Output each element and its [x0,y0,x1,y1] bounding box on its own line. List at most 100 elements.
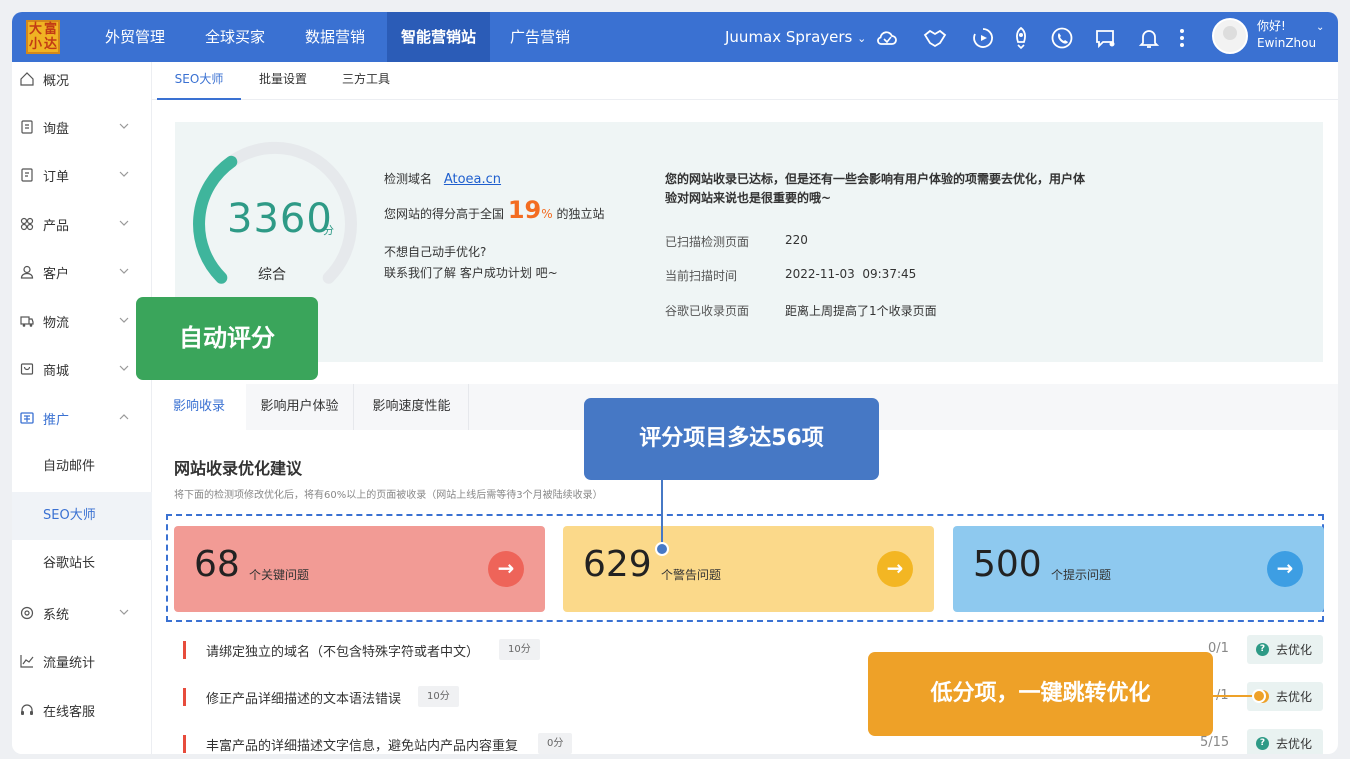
system-icon [20,606,34,620]
sidebar-item-shop[interactable]: 商城 [12,345,152,393]
arrow-right-icon[interactable]: → [877,551,913,587]
sidebar-item-online-service[interactable]: 在线客服 [12,686,152,734]
sidebar-item-label: 概况 [43,73,70,89]
sidebar-subitem-seo-master[interactable]: SEO大师 [12,492,152,540]
sidebar-item-label: 订单 [43,169,70,185]
callout-item-count: 评分项目多达56项 [584,398,879,480]
severity-marker [183,735,186,753]
sidebar-item-label: 商城 [43,363,70,379]
sidebar-subitem-google-webmaster[interactable]: 谷歌站长 [12,540,152,588]
top-navbar: 大富 小达 外贸管理 全球买家 数据营销 智能营销站 广告营销 Juumax S… [12,12,1338,62]
severity-marker [183,641,186,659]
arrow-right-icon[interactable]: → [1267,551,1303,587]
domain-link[interactable]: Atoea.cn [444,172,501,187]
sidebar-item-logistics[interactable]: 物流 [12,297,152,345]
stat-value-indexed: 距离上周提高了1个收录页面 [785,304,937,318]
nav-data-marketing[interactable]: 数据营销 [285,12,385,62]
section-subtitle: 将下面的检测项修改优化后，将有60%以上的页面被收录（网站上线后需等待3个月被陆… [174,490,603,501]
issue-progress: 5/15 [1200,735,1230,750]
sidebar-item-product[interactable]: 产品 [12,200,152,248]
score-value: 3360 [227,196,333,242]
sidebar-item-order[interactable]: 订单 [12,151,152,199]
tab-affects-indexing[interactable]: 影响收录 [152,384,246,430]
score-panel: 3360 分 综合 检测域名 Atoea.cn 您网站的得分高于全国 19% 的… [175,122,1323,362]
nav-ad-marketing[interactable]: 广告营销 [490,12,590,62]
sidebar-item-label: 物流 [43,315,70,331]
chevron-down-icon [119,171,129,177]
sidebar-item-traffic-stats[interactable]: 流量统计 [12,637,152,685]
tab-affects-ux[interactable]: 影响用户体验 [246,384,354,430]
issue-text: 修正产品详细描述的文本语法错误 [206,692,402,707]
summary-line-1: 您的网站收录已达标，但是还有一些会影响有用户体验的项需要去优化，用户体 [665,172,1086,186]
sidebar-item-inquiry[interactable]: 询盘 [12,103,152,151]
score-caption: 综合 [258,267,286,283]
shop-icon [20,363,34,375]
optimize-label: 去优化 [1276,737,1313,751]
tab-seo-master[interactable]: SEO大师 [157,62,241,100]
critical-issues-card[interactable]: 68 个关键问题 → [174,526,545,612]
optimize-button[interactable]: ? 去优化 [1247,635,1323,664]
sidebar-item-label: 产品 [43,218,70,234]
company-switcher[interactable]: Juumax Sprayers ⌄ [725,12,866,62]
sidebar: 概况 询盘 订单 产品 客户 物流 商城 推广 自动邮件 SEO大师 谷歌站长 … [12,62,152,754]
user-greeting[interactable]: 你好! EwinZhou [1257,18,1316,52]
brand-logo[interactable]: 大富 小达 [26,20,60,54]
callout-dot [1252,689,1266,703]
nav-global-buyers[interactable]: 全球买家 [185,12,285,62]
play-icon[interactable] [971,26,995,50]
avatar[interactable] [1212,18,1248,54]
bell-icon[interactable] [1137,26,1161,50]
sidebar-item-system[interactable]: 系统 [12,589,152,637]
username-text: EwinZhou [1257,36,1317,50]
card-label: 个提示问题 [1051,568,1112,582]
rank-suffix: 的独立站 [556,207,605,221]
nav-smart-marketing-site[interactable]: 智能营销站 [387,12,490,62]
chevron-down-icon [119,220,129,226]
arrow-right-icon[interactable]: → [488,551,524,587]
stat-label-indexed: 谷歌已收录页面 [665,304,750,318]
sidebar-item-overview[interactable]: 概况 [12,55,152,103]
stat-value-scanned: 220 [785,233,808,247]
user-icon [20,265,34,279]
cloud-icon[interactable] [875,26,899,50]
sidebar-item-customer[interactable]: 客户 [12,248,152,296]
phone-icon[interactable] [1050,26,1074,50]
app-window: 大富 小达 外贸管理 全球买家 数据营销 智能营销站 广告营销 Juumax S… [12,12,1338,754]
issue-score-badge: 10分 [499,639,540,660]
promote-icon [20,412,34,424]
rocket-icon[interactable] [1009,26,1033,50]
card-count: 629 [583,544,652,585]
warning-issues-card[interactable]: 629 个警告问题 → [563,526,934,612]
sidebar-subitem-auto-email[interactable]: 自动邮件 [12,443,152,491]
handshake-icon[interactable] [923,26,947,50]
inquiry-icon [21,120,33,134]
card-count: 500 [973,544,1042,585]
issue-score-badge: 0分 [538,733,573,754]
callout-dot [655,542,669,556]
card-label: 个关键问题 [249,568,310,582]
rank-row: 您网站的得分高于全国 19% 的独立站 [384,196,605,224]
callout-connector [1213,695,1257,697]
tab-affects-speed[interactable]: 影响速度性能 [355,384,469,430]
hint-issues-card[interactable]: 500 个提示问题 → [953,526,1324,612]
domain-row: 检测域名 Atoea.cn [384,170,501,187]
greeting-text: 你好! [1257,19,1286,33]
optimize-button[interactable]: ? 去优化 [1247,729,1323,754]
sidebar-item-label: 推广 [43,412,70,428]
cta-line-2[interactable]: 联系我们了解 客户成功计划 吧~ [384,264,558,281]
sidebar-item-label: 流量统计 [43,655,96,671]
tab-third-party-tools[interactable]: 三方工具 [342,62,390,100]
sidebar-item-promote[interactable]: 推广 [12,394,152,442]
product-icon [20,217,34,231]
tab-batch-settings[interactable]: 批量设置 [259,62,307,100]
company-name: Juumax Sprayers [725,28,853,46]
rank-percent: 19 [507,196,542,224]
issue-text: 丰富产品的详细描述文字信息，避免站内产品内容重复 [206,739,519,754]
chevron-down-icon: ⌄ [857,32,867,45]
order-icon [21,168,33,182]
sidebar-item-label: 客户 [43,266,70,282]
chat-icon[interactable] [1093,26,1117,50]
chevron-down-icon[interactable]: ⌄ [1316,22,1324,33]
more-icon[interactable] [1170,26,1194,50]
stat-value-scan-time: 2022-11-03 09:37:45 [785,267,917,281]
